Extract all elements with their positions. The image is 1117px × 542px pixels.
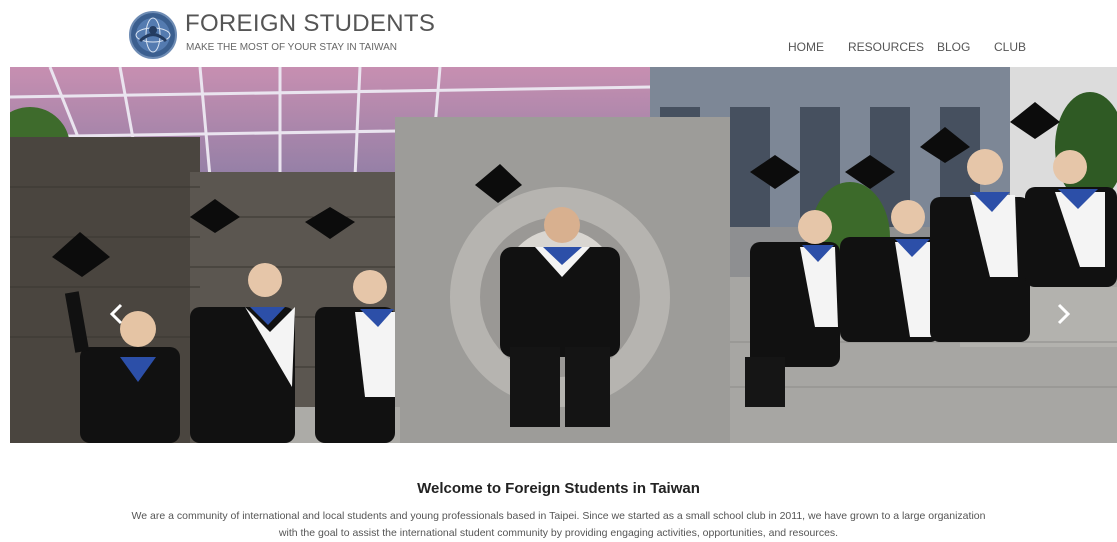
chevron-left-icon[interactable]	[102, 299, 132, 329]
welcome-heading: Welcome to Foreign Students in Taiwan	[417, 480, 700, 497]
site-header: FOREIGN STUDENTS MAKE THE MOST OF YOUR S…	[0, 0, 1117, 67]
hero-slider: 1 2 3 4 5	[10, 67, 1117, 443]
nav-club[interactable]: CLUB	[994, 40, 1026, 54]
nav-resources[interactable]: RESOURCES	[848, 40, 924, 54]
chevron-right-icon[interactable]	[1048, 299, 1078, 329]
main-nav: HOME RESOURCES BLOG CLUB	[0, 40, 1117, 56]
hero-image-graduates	[10, 67, 1117, 443]
site-title[interactable]: FOREIGN STUDENTS	[185, 10, 435, 38]
nav-home[interactable]: HOME	[788, 40, 824, 54]
nav-blog[interactable]: BLOG	[937, 40, 970, 54]
